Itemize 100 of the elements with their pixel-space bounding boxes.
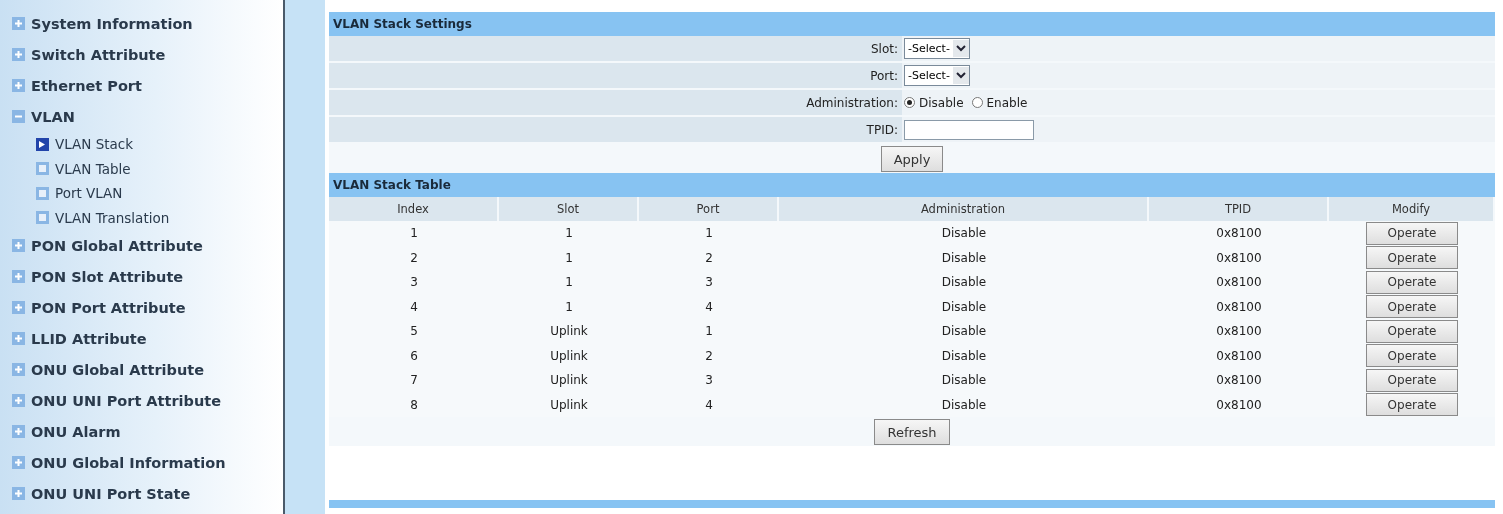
- table-cell: 1: [705, 226, 713, 241]
- select-field[interactable]: -Select-: [904, 38, 970, 59]
- table-cell: 1: [565, 226, 573, 241]
- submenu-item[interactable]: VLAN Stack: [0, 132, 283, 157]
- column-header: Index: [329, 197, 499, 221]
- table-cell: 1: [410, 226, 418, 241]
- field-label: Slot:: [870, 41, 899, 56]
- submenu-item[interactable]: Port VLAN: [0, 181, 283, 206]
- operate-button[interactable]: Operate: [1366, 393, 1458, 417]
- table-cell: 1: [565, 250, 573, 265]
- select-field[interactable]: -Select-: [904, 65, 970, 86]
- table-cell: 0x8100: [1216, 250, 1262, 265]
- menu-item[interactable]: Switch Attribute: [0, 39, 283, 70]
- menu-item[interactable]: Ethernet Port: [0, 70, 283, 101]
- operate-button[interactable]: Operate: [1366, 295, 1458, 319]
- table-cell: Disable: [941, 324, 987, 339]
- radio-button[interactable]: [904, 97, 915, 108]
- plus-box-icon: [12, 456, 25, 469]
- menu-item[interactable]: System Information: [0, 8, 283, 39]
- operate-button[interactable]: Operate: [1366, 221, 1458, 245]
- square-icon: [36, 211, 49, 225]
- table-cell: Disable: [941, 299, 987, 314]
- column-header: Slot: [499, 197, 639, 221]
- submenu-item[interactable]: VLAN Translation: [0, 205, 283, 230]
- table-cell: 2: [705, 348, 713, 363]
- table-cell: 0x8100: [1216, 397, 1262, 412]
- table-cell: 1: [565, 275, 573, 290]
- operate-button[interactable]: Operate: [1366, 246, 1458, 270]
- table-cell: Uplink: [550, 397, 588, 412]
- radio-button[interactable]: [971, 97, 983, 108]
- plus-box-icon: [12, 301, 25, 314]
- plus-box-icon: [12, 17, 25, 30]
- operate-button[interactable]: Operate: [1366, 270, 1458, 294]
- table-cell: 0x8100: [1216, 299, 1262, 314]
- operate-button[interactable]: Operate: [1366, 368, 1458, 392]
- table-cell: 5: [410, 324, 418, 339]
- column-header: Administration: [779, 197, 1149, 221]
- field-label: Administration:: [806, 95, 899, 110]
- menu-item[interactable]: PON Global Attribute: [0, 230, 283, 261]
- table-cell: 0x8100: [1216, 324, 1262, 339]
- operate-button[interactable]: Operate: [1366, 319, 1458, 343]
- minus-box-icon: [12, 110, 25, 123]
- operate-button[interactable]: Operate: [1366, 344, 1458, 368]
- table-cell: Uplink: [550, 324, 588, 339]
- table-cell: 0x8100: [1216, 373, 1262, 388]
- table-cell: 2: [705, 250, 713, 265]
- radio-label: Disable: [919, 95, 964, 110]
- table-cell: 0x8100: [1216, 348, 1262, 363]
- menu-item[interactable]: ONU Alarm: [0, 416, 283, 447]
- table-cell: Disable: [941, 373, 987, 388]
- table-cell: 3: [705, 275, 713, 290]
- chevron-down-icon: [952, 67, 969, 84]
- submenu-item[interactable]: VLAN Table: [0, 156, 283, 181]
- menu-item[interactable]: ONU UNI Port Attribute: [0, 385, 283, 416]
- refresh-button[interactable]: Refresh: [874, 419, 950, 445]
- plus-box-icon: [12, 394, 25, 407]
- table-cell: Disable: [941, 348, 987, 363]
- plus-box-icon: [12, 79, 25, 92]
- table-cell: 4: [705, 299, 713, 314]
- plus-box-icon: [12, 239, 25, 252]
- plus-box-icon: [12, 48, 25, 61]
- arrow-box-icon: [36, 137, 49, 151]
- square-icon: [36, 186, 49, 200]
- table-cell: 0x8100: [1216, 275, 1262, 290]
- field-label: Port:: [870, 68, 899, 83]
- table-cell: 7: [410, 373, 418, 388]
- table-cell: 0x8100: [1216, 226, 1262, 241]
- menu-item[interactable]: LLID Attribute: [0, 323, 283, 354]
- plus-box-icon: [12, 487, 25, 500]
- table-cell: 2: [410, 250, 418, 265]
- table-cell: Disable: [941, 226, 987, 241]
- table-cell: 3: [410, 275, 418, 290]
- table-cell: Disable: [941, 275, 987, 290]
- menu-item[interactable]: ONU Global Attribute: [0, 354, 283, 385]
- radio-label: Enable: [986, 95, 1028, 110]
- apply-button[interactable]: Apply: [880, 146, 944, 172]
- menu-item[interactable]: ONU Global Information: [0, 447, 283, 478]
- table-cell: Disable: [941, 397, 987, 412]
- table-cell: 8: [410, 397, 418, 412]
- section-header: VLAN Stack Settings: [329, 12, 1495, 36]
- column-header: TPID: [1149, 197, 1329, 221]
- chevron-down-icon: [952, 40, 969, 57]
- menu-item[interactable]: VLAN: [0, 101, 283, 132]
- column-header: Port: [639, 197, 779, 221]
- square-icon: [36, 162, 49, 176]
- section-header: VLAN Stack Table: [329, 173, 1495, 197]
- table-cell: 3: [705, 373, 713, 388]
- table-cell: Disable: [941, 250, 987, 265]
- table-cell: Uplink: [550, 373, 588, 388]
- menu-item[interactable]: PON Port Attribute: [0, 292, 283, 323]
- table-cell: 4: [410, 299, 418, 314]
- menu-item[interactable]: ONU UNI Port State: [0, 478, 283, 509]
- plus-box-icon: [12, 270, 25, 283]
- field-label: TPID:: [866, 122, 899, 137]
- input-field[interactable]: [904, 119, 1034, 140]
- table-cell: 6: [410, 348, 418, 363]
- table-cell: 1: [565, 299, 573, 314]
- menu-item[interactable]: PON Slot Attribute: [0, 261, 283, 292]
- column-header: Modify: [1329, 197, 1495, 221]
- table-cell: 1: [705, 324, 713, 339]
